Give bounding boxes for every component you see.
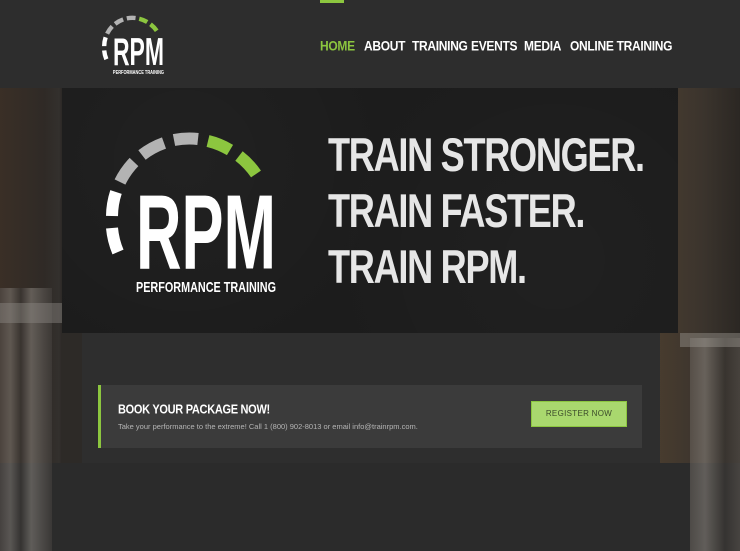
nav-item-training[interactable]: TRAINING xyxy=(412,38,468,54)
nav-active-indicator xyxy=(320,0,344,3)
hero-logo-letters: RPM xyxy=(136,173,276,291)
nav-item-home[interactable]: HOME xyxy=(320,38,355,54)
site-header: RPM PERFORMANCE TRAINING HOME ABOUT TRAI… xyxy=(0,0,740,88)
hero-logo-subtext: PERFORMANCE TRAINING xyxy=(136,279,276,296)
gym-rack-left xyxy=(0,288,52,551)
rpm-hero-logo: RPM PERFORMANCE TRAINING xyxy=(106,132,276,296)
tagline-line-3: TRAIN RPM. xyxy=(328,240,527,294)
booking-callout: BOOK YOUR PACKAGE NOW! Take your perform… xyxy=(98,385,642,448)
tagline-line-2: TRAIN FASTER. xyxy=(328,184,585,238)
register-now-button[interactable]: REGISTER NOW xyxy=(531,401,627,427)
hero-tagline: TRAIN STRONGER. TRAIN FASTER. TRAIN RPM. xyxy=(328,124,695,293)
gym-beam-right xyxy=(680,333,740,347)
gym-rack-right xyxy=(690,338,740,551)
nav-item-online-training[interactable]: ONLINE TRAINING xyxy=(570,38,672,54)
nav-item-media[interactable]: MEDIA xyxy=(524,38,561,54)
hero-banner: RPM PERFORMANCE TRAINING TRAIN STRONGER.… xyxy=(62,88,678,333)
gym-beam-left xyxy=(0,303,62,323)
logo-subtext: PERFORMANCE TRAINING xyxy=(113,70,164,76)
main-nav: HOME ABOUT TRAINING EVENTS MEDIA ONLINE … xyxy=(0,38,740,54)
nav-item-about[interactable]: ABOUT xyxy=(364,38,405,54)
nav-item-events[interactable]: EVENTS xyxy=(471,38,518,54)
callout-description: Take your performance to the extreme! Ca… xyxy=(118,422,418,431)
tagline-line-1: TRAIN STRONGER. xyxy=(328,128,645,182)
callout-title: BOOK YOUR PACKAGE NOW! xyxy=(118,403,270,417)
